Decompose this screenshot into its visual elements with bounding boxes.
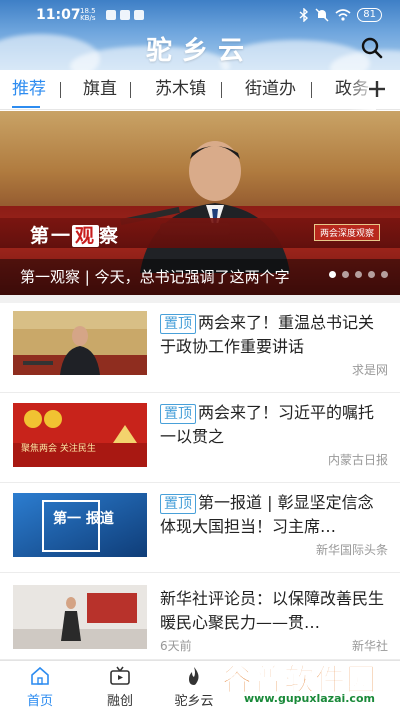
battery-indicator: 81 (357, 8, 382, 22)
nav-rongchuang[interactable]: 融创 (90, 665, 150, 709)
tab-street-office[interactable]: 街道办 (245, 70, 296, 110)
news-source: 求是网 (351, 363, 388, 377)
home-icon (31, 666, 49, 685)
pinned-badge: 置顶 (160, 314, 196, 334)
tab-banner-direct[interactable]: 旗直 (83, 70, 117, 110)
status-time: 11:07 (36, 7, 81, 23)
news-title: 置顶 第一报道 | 彰显坚定信念 体现大国担当！习主席… (160, 491, 388, 539)
status-bar: 11:07 18.5 KB/s 81 (0, 4, 400, 26)
tab-recommend[interactable]: 推荐 (12, 70, 46, 110)
nav-home-label: 首页 (26, 694, 53, 709)
news-title: 置顶 两会来了！习近平的嘱托一以贯之 (160, 401, 388, 449)
notification-app-icon (120, 10, 130, 20)
featured-banner[interactable]: 第一观察 两会深度观察 第一观察 | 今天，总书记强调了这两个字 (0, 111, 400, 295)
news-thumbnail: 第一 报道 (13, 493, 147, 557)
news-item[interactable]: 聚焦两会 关注民生 置顶 两会来了！习近平的嘱托一以贯之 内蒙古日报 (0, 393, 400, 483)
thumbnail-caption: 聚焦两会 关注民生 (21, 442, 96, 454)
news-title: 置顶 两会来了！重温总书记关于政协工作重要讲话 (160, 311, 388, 359)
notification-app-icon (106, 10, 116, 20)
plate-text-highlight: 观 (72, 225, 100, 247)
status-icons: 81 (299, 8, 382, 22)
news-title-text: 新华社评论员：以保障改善民生暖民心聚民力——贯… (160, 589, 385, 632)
nav-tuoxiangyun[interactable]: 驼乡云 (164, 665, 224, 709)
news-thumbnail (13, 311, 147, 375)
plate-text-left: 第一 (30, 225, 73, 247)
tab-divider (221, 82, 222, 98)
notification-app-icon (134, 10, 144, 20)
category-tabs: 推荐 旗直 苏木镇 街道办 政务 (0, 70, 400, 110)
video-icon (110, 666, 130, 685)
tab-divider (311, 82, 312, 98)
nav-home[interactable]: 首页 (10, 665, 70, 709)
news-title: 新华社评论员：以保障改善民生暖民心聚民力——贯… (160, 587, 388, 635)
carousel-indicator (329, 271, 388, 278)
carousel-dot[interactable] (342, 271, 349, 278)
add-channel-icon[interactable] (366, 78, 388, 100)
thumbnail-caption: 第一 报道 (53, 510, 114, 527)
speaker-photo (120, 141, 290, 273)
pinned-badge: 置顶 (160, 494, 196, 514)
banner-plate-title: 第一观察 (30, 221, 120, 248)
carousel-dot[interactable] (329, 271, 336, 278)
tab-divider (130, 82, 131, 98)
tab-sumu-town[interactable]: 苏木镇 (155, 70, 206, 110)
news-item[interactable]: 新华社评论员：以保障改善民生暖民心聚民力——贯… 6天前 新华社 (0, 573, 400, 660)
tab-divider (60, 82, 61, 98)
network-speed: 18.5 KB/s (80, 8, 96, 22)
watermark-url: www.gupuxlazai.com (244, 692, 375, 705)
news-item[interactable]: 置顶 两会来了！重温总书记关于政协工作重要讲话 求是网 (0, 303, 400, 393)
wifi-icon (335, 9, 351, 21)
nav-rongchuang-label: 融创 (106, 694, 133, 709)
flame-icon (189, 667, 199, 685)
news-source: 内蒙古日报 (327, 453, 388, 467)
carousel-dot[interactable] (355, 271, 362, 278)
plate-text-right: 察 (99, 225, 121, 247)
bluetooth-icon (299, 8, 309, 22)
news-thumbnail: 聚焦两会 关注民生 (13, 403, 147, 467)
news-item[interactable]: 第一 报道 置顶 第一报道 | 彰显坚定信念 体现大国担当！习主席… 新华国际头条 (0, 483, 400, 573)
section-gap (0, 295, 400, 303)
net-speed-unit: KB/s (80, 14, 96, 22)
app-header: 11:07 18.5 KB/s 81 驼乡云 (0, 0, 400, 70)
app-title: 驼乡云 (145, 36, 254, 66)
news-thumbnail (13, 585, 147, 649)
banner-badge: 两会深度观察 (313, 224, 380, 241)
carousel-dot[interactable] (381, 271, 388, 278)
nav-tuoxiangyun-label: 驼乡云 (174, 694, 214, 709)
news-source: 新华国际头条 (315, 543, 388, 557)
pinned-badge: 置顶 (160, 404, 196, 424)
news-age: 6天前 (160, 639, 192, 653)
search-icon[interactable] (360, 36, 384, 60)
carousel-dot[interactable] (368, 271, 375, 278)
mute-icon (315, 8, 329, 22)
